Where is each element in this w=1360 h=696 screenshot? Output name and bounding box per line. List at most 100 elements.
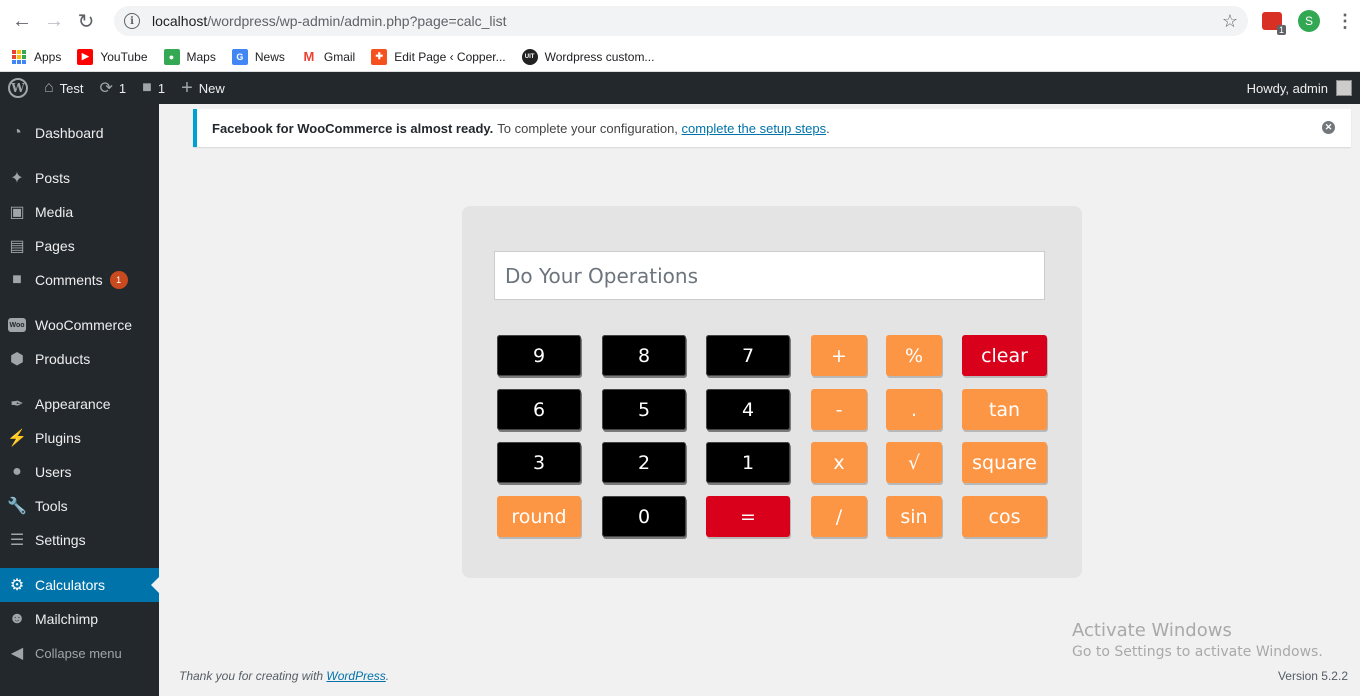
calc-key[interactable]: square — [962, 442, 1047, 483]
bookmark-label: News — [254, 49, 285, 64]
sidebar-item-posts[interactable]: ✦ Posts — [0, 161, 159, 195]
sidebar-item-comments[interactable]: ■ Comments 1 — [0, 263, 159, 297]
forward-arrow-icon[interactable]: → — [38, 5, 70, 37]
bookmark-apps[interactable]: Apps — [12, 49, 62, 64]
comments-menu[interactable]: ■ 1 — [134, 72, 173, 104]
extension-icon[interactable]: 1 — [1262, 12, 1286, 35]
address-bar[interactable]: i localhost/wordpress/wp-admin/admin.php… — [114, 6, 1248, 36]
calc-key[interactable]: 5 — [602, 389, 686, 430]
new-content-menu[interactable]: + New — [173, 72, 233, 104]
calc-key[interactable]: sin — [886, 496, 942, 537]
sidebar-item-tools[interactable]: 🔧 Tools — [0, 489, 159, 523]
calc-key[interactable]: 7 — [706, 335, 790, 376]
calc-key[interactable]: + — [811, 335, 867, 376]
sidebar-item-users[interactable]: ● Users — [0, 455, 159, 489]
calc-key[interactable]: 9 — [497, 335, 581, 376]
calc-key[interactable]: cos — [962, 496, 1047, 537]
sidebar-item-plugins[interactable]: ⚡ Plugins — [0, 421, 159, 455]
calc-key[interactable]: / — [811, 496, 867, 537]
maps-icon: ● — [163, 48, 180, 65]
account-menu[interactable]: Howdy, admin — [1247, 80, 1360, 96]
site-info-icon[interactable]: i — [124, 13, 140, 29]
sidebar-item-products[interactable]: ⬢ Products — [0, 342, 159, 376]
notice-period: . — [826, 120, 830, 136]
calc-key[interactable]: 6 — [497, 389, 581, 430]
sidebar-item-media[interactable]: ▣ Media — [0, 195, 159, 229]
sidebar-item-appearance[interactable]: ✒ Appearance — [0, 387, 159, 421]
calc-key[interactable]: % — [886, 335, 942, 376]
bookmark-maps[interactable]: ● Maps — [163, 48, 216, 65]
wordpress-link[interactable]: WordPress — [326, 669, 385, 683]
url-text[interactable]: localhost/wordpress/wp-admin/admin.php?p… — [152, 13, 1222, 29]
tools-icon: 🔧 — [7, 498, 27, 515]
sidebar-item-label: Plugins — [35, 430, 81, 446]
bookmark-gmail[interactable]: M Gmail — [300, 48, 355, 65]
calc-key[interactable]: 4 — [706, 389, 790, 430]
dismiss-notice-icon[interactable]: ✕ — [1322, 121, 1335, 134]
site-name-menu[interactable]: ⌂ Test — [36, 72, 92, 104]
bookmark-label: Maps — [186, 49, 216, 64]
browser-menu-icon[interactable]: ⋮ — [1336, 11, 1354, 32]
uit-icon: UIT — [521, 48, 538, 65]
calc-key[interactable]: round — [497, 496, 581, 537]
updates-icon: ⟳ — [99, 80, 113, 97]
sidebar-item-calculators[interactable]: ⚙ Calculators — [0, 568, 159, 602]
bookmark-news[interactable]: G News — [231, 48, 285, 65]
calc-key[interactable]: 8 — [602, 335, 686, 376]
pages-icon: ▤ — [9, 238, 25, 255]
bookmark-edit-page[interactable]: ✚ Edit Page ‹ Copper... — [371, 48, 506, 65]
sidebar-item-label: Collapse menu — [35, 645, 122, 661]
back-arrow-icon[interactable]: ← — [6, 5, 38, 37]
sidebar-item-settings[interactable]: ☰ Settings — [0, 523, 159, 557]
bookmark-youtube[interactable]: ▶ YouTube — [77, 48, 148, 65]
calc-key[interactable]: 0 — [602, 496, 686, 537]
calc-key[interactable]: tan — [962, 389, 1047, 430]
news-icon: G — [231, 48, 248, 65]
setup-steps-link[interactable]: complete the setup steps — [682, 121, 827, 136]
calc-key[interactable]: clear — [962, 335, 1047, 376]
sidebar-item-pages[interactable]: ▤ Pages — [0, 229, 159, 263]
calc-key[interactable]: √ — [886, 442, 942, 483]
settings-icon: ☰ — [9, 532, 25, 549]
sidebar-item-woocommerce[interactable]: Woo WooCommerce — [0, 308, 159, 342]
reload-icon[interactable]: ↻ — [70, 5, 102, 37]
gear-icon: ⚙ — [9, 577, 25, 594]
plus-icon: + — [181, 76, 193, 99]
footer-thanks-text: Thank you for creating with — [179, 669, 324, 683]
sidebar-item-label: Calculators — [35, 577, 106, 593]
calc-key[interactable]: 1 — [706, 442, 790, 483]
sidebar-item-label: Posts — [35, 170, 71, 186]
watermark-title: Activate Windows — [1072, 620, 1232, 641]
extension-badge: 1 — [1276, 25, 1286, 35]
sidebar-item-mailchimp[interactable]: ☻ Mailchimp — [0, 602, 159, 636]
howdy-text: Howdy, admin — [1246, 80, 1328, 96]
profile-avatar[interactable]: S — [1298, 10, 1320, 32]
plugins-icon: ⚡ — [7, 430, 27, 447]
calc-key[interactable]: = — [706, 496, 790, 537]
bookmark-label: Apps — [34, 49, 62, 64]
wp-logo-menu[interactable]: W — [0, 72, 36, 104]
calc-key[interactable]: . — [886, 389, 942, 430]
sidebar-item-dashboard[interactable]: ◔ Dashboard — [0, 116, 159, 150]
sidebar-item-label: WooCommerce — [35, 317, 132, 333]
bookmarks-bar: Apps ▶ YouTube ● Maps G News M Gmail ✚ E… — [0, 42, 1360, 72]
calc-key[interactable]: 3 — [497, 442, 581, 483]
calc-key[interactable]: x — [811, 442, 867, 483]
url-host: localhost — [152, 13, 208, 29]
mailchimp-icon: ☻ — [8, 610, 26, 627]
woocommerce-icon: Woo — [8, 316, 26, 334]
sidebar-item-label: Comments — [35, 272, 103, 288]
bookmark-star-icon[interactable]: ☆ — [1222, 11, 1238, 32]
media-icon: ▣ — [9, 204, 25, 221]
facebook-woocommerce-notice: Facebook for WooCommerce is almost ready… — [193, 109, 1351, 147]
calc-key[interactable]: 2 — [602, 442, 686, 483]
calc-key[interactable]: - — [811, 389, 867, 430]
bookmark-label: Edit Page ‹ Copper... — [394, 49, 506, 64]
sidebar-item-label: Mailchimp — [35, 611, 99, 627]
collapse-menu-button[interactable]: ◀ Collapse menu — [0, 636, 159, 670]
updates-menu[interactable]: ⟳ 1 — [92, 72, 135, 104]
calculator-display-input[interactable] — [494, 251, 1045, 300]
apps-grid-icon — [12, 49, 26, 64]
sidebar-item-label: Settings — [35, 532, 86, 548]
bookmark-wordpress-custom[interactable]: UIT Wordpress custom... — [521, 48, 654, 65]
